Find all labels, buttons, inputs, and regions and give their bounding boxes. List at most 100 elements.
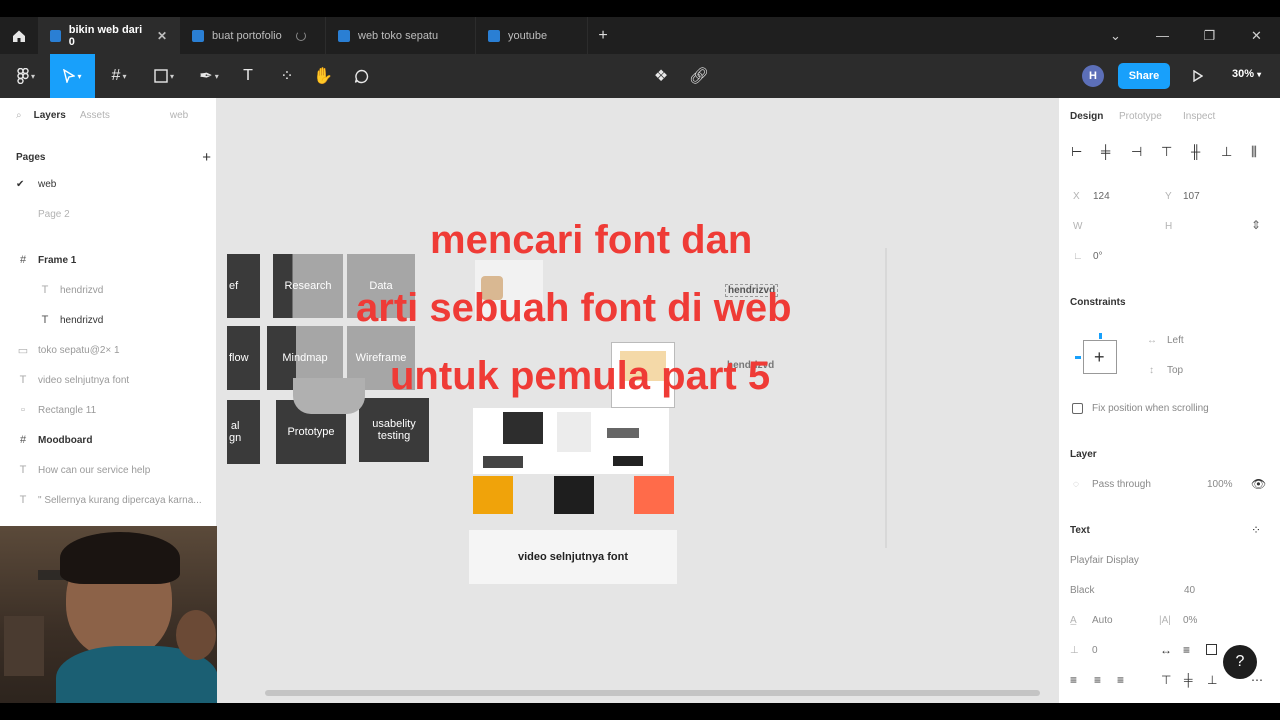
tab-inspect[interactable]: Inspect bbox=[1183, 111, 1215, 122]
mockup-website-screens bbox=[473, 408, 669, 474]
blend-mode-select[interactable]: Pass through bbox=[1092, 479, 1151, 490]
page-item-page-2[interactable]: Page 2 bbox=[16, 209, 70, 220]
restore-icon[interactable]: ❐ bbox=[1186, 17, 1233, 54]
card-usability-testing[interactable]: usabelity testing bbox=[359, 398, 429, 462]
align-left-icon[interactable]: ⊢ bbox=[1071, 144, 1082, 160]
present-play-icon[interactable] bbox=[1186, 54, 1210, 98]
search-icon[interactable]: ⌕ bbox=[16, 110, 22, 121]
pen-tool-icon[interactable]: ✒ ▾ bbox=[190, 54, 228, 98]
link-icon[interactable]: 🔗︎ bbox=[686, 54, 712, 98]
tab-youtube[interactable]: youtube bbox=[476, 17, 588, 54]
vertical-align-bottom-icon[interactable]: ⊥ bbox=[1207, 673, 1217, 687]
vertical-align-top-icon[interactable]: ⊤ bbox=[1161, 673, 1171, 687]
comment-tool-icon[interactable] bbox=[348, 54, 374, 98]
align-top-icon[interactable]: ⊤ bbox=[1161, 144, 1172, 160]
constraint-widget[interactable]: + bbox=[1075, 333, 1117, 374]
layer-toko-sepatu[interactable]: ▭ toko sepatu@2× 1 bbox=[16, 344, 120, 357]
tab-buat-portofolio[interactable]: buat portofolio bbox=[180, 17, 326, 54]
auto-height-icon[interactable]: ≡ bbox=[1183, 643, 1190, 657]
text-styles-grid-icon[interactable]: ⁘ bbox=[1251, 523, 1261, 537]
align-vertical-center-icon[interactable]: ╫ bbox=[1191, 144, 1200, 159]
person-hair bbox=[60, 532, 180, 584]
move-tool-icon[interactable]: ▾ bbox=[50, 54, 95, 98]
text-align-center-icon[interactable]: ≡ bbox=[1094, 673, 1101, 687]
auto-width-icon[interactable]: ↔ bbox=[1160, 643, 1172, 657]
layer-rectangle-11[interactable]: ▫ Rectangle 11 bbox=[16, 404, 96, 416]
layer-video-text[interactable]: T video selnjutnya font bbox=[16, 374, 130, 386]
layer-moodboard[interactable]: # Moodboard bbox=[16, 434, 93, 446]
letter-spacing-input[interactable]: 0% bbox=[1183, 615, 1197, 626]
distribute-icon[interactable]: ⫼ bbox=[1251, 144, 1257, 160]
fixed-size-icon[interactable] bbox=[1206, 644, 1217, 655]
more-options-icon[interactable]: ⋯ bbox=[1251, 673, 1263, 687]
layer-service-text[interactable]: T How can our service help bbox=[16, 464, 151, 476]
constrain-proportions-icon[interactable]: ⇕ bbox=[1251, 218, 1261, 232]
align-bottom-icon[interactable]: ⊥ bbox=[1221, 144, 1232, 160]
vertical-align-middle-icon[interactable]: ╪ bbox=[1184, 673, 1193, 687]
font-weight-select[interactable]: Black bbox=[1070, 585, 1094, 596]
canvas[interactable]: ef Research Data flow Mindmap Wireframe … bbox=[217, 98, 1058, 703]
line-height-input[interactable]: Auto bbox=[1092, 615, 1113, 626]
paragraph-spacing-input[interactable]: 0 bbox=[1092, 645, 1098, 656]
fix-position-checkbox[interactable] bbox=[1072, 403, 1083, 414]
current-page-select[interactable]: web bbox=[170, 110, 188, 121]
add-page-plus-icon[interactable]: + bbox=[202, 149, 211, 166]
text-tool-icon[interactable]: T bbox=[234, 54, 262, 98]
frame-tool-icon[interactable]: # ▾ bbox=[100, 54, 138, 98]
tab-assets[interactable]: Assets bbox=[80, 110, 110, 121]
shape-tool-icon[interactable]: ▾ bbox=[144, 54, 184, 98]
pages-header: Pages + bbox=[16, 149, 211, 166]
mockup-screen bbox=[557, 412, 591, 452]
page-item-web[interactable]: ✔ web bbox=[16, 179, 56, 190]
swatch-black[interactable] bbox=[554, 476, 594, 514]
tab-bikin-web[interactable]: bikin web dari 0 ✕ bbox=[38, 17, 180, 54]
avatar[interactable]: H bbox=[1082, 65, 1104, 87]
tab-prototype[interactable]: Prototype bbox=[1119, 111, 1162, 122]
text-align-right-icon[interactable]: ≡ bbox=[1117, 673, 1124, 687]
card-visual-design[interactable]: al gn bbox=[227, 400, 260, 464]
layer-hendrizvd-1[interactable]: T hendrizvd bbox=[38, 284, 104, 296]
frame-icon: # bbox=[19, 254, 27, 266]
text-align-left-icon[interactable]: ≡ bbox=[1070, 673, 1077, 687]
w-label[interactable]: W bbox=[1073, 221, 1082, 232]
help-button[interactable]: ? bbox=[1223, 645, 1257, 679]
new-tab-plus-icon[interactable]: + bbox=[588, 27, 618, 45]
x-input[interactable]: 124 bbox=[1093, 191, 1110, 202]
zoom-level[interactable]: 30% ▾ bbox=[1232, 68, 1261, 80]
swatch-coral[interactable] bbox=[634, 476, 674, 514]
card-research[interactable]: Research bbox=[273, 254, 343, 318]
close-icon[interactable]: ✕ bbox=[157, 29, 167, 43]
chevron-down-icon[interactable]: ⌄ bbox=[1092, 17, 1139, 54]
card-flow[interactable]: flow bbox=[227, 326, 260, 390]
tab-layers[interactable]: Layers bbox=[34, 110, 66, 121]
components-icon[interactable]: ⁘ bbox=[274, 54, 300, 98]
tab-web-toko-sepatu[interactable]: web toko sepatu bbox=[326, 17, 476, 54]
constraint-horizontal-select[interactable]: Left bbox=[1167, 335, 1184, 346]
rotation-input[interactable]: 0° bbox=[1093, 251, 1103, 262]
tab-design[interactable]: Design bbox=[1070, 111, 1103, 122]
y-input[interactable]: 107 bbox=[1183, 191, 1200, 202]
main-menu-icon[interactable]: ▾ bbox=[8, 54, 44, 98]
home-icon[interactable] bbox=[0, 17, 38, 54]
hand-tool-icon[interactable]: ✋ bbox=[310, 54, 336, 98]
video-next-text[interactable]: video selnjutnya font bbox=[469, 530, 677, 584]
constraint-vertical-select[interactable]: Top bbox=[1167, 365, 1183, 376]
share-button[interactable]: Share bbox=[1118, 63, 1170, 89]
layer-frame-1[interactable]: # Frame 1 bbox=[16, 254, 76, 266]
minimize-icon[interactable]: — bbox=[1139, 17, 1186, 54]
opacity-input[interactable]: 100% bbox=[1207, 479, 1233, 490]
font-size-input[interactable]: 40 bbox=[1184, 585, 1195, 596]
layer-hendrizvd-2[interactable]: T hendrizvd bbox=[38, 314, 104, 326]
paragraph-spacing-icon: ⊥ bbox=[1070, 645, 1079, 656]
layer-seller-text[interactable]: T " Sellernya kurang dipercaya karna... bbox=[16, 494, 202, 506]
swatch-orange[interactable] bbox=[473, 476, 513, 514]
card-brief[interactable]: ef bbox=[227, 254, 260, 318]
h-label[interactable]: H bbox=[1165, 221, 1172, 232]
component-diamond-icon[interactable]: ❖ bbox=[648, 54, 674, 98]
horizontal-scrollbar[interactable] bbox=[265, 690, 1040, 696]
align-right-icon[interactable]: ⊣ bbox=[1131, 144, 1142, 160]
eye-icon[interactable]: 👁︎ bbox=[1251, 477, 1266, 491]
align-horizontal-center-icon[interactable]: ╪ bbox=[1101, 144, 1110, 159]
font-family-select[interactable]: Playfair Display bbox=[1070, 555, 1139, 566]
close-window-icon[interactable]: ✕ bbox=[1233, 17, 1280, 54]
